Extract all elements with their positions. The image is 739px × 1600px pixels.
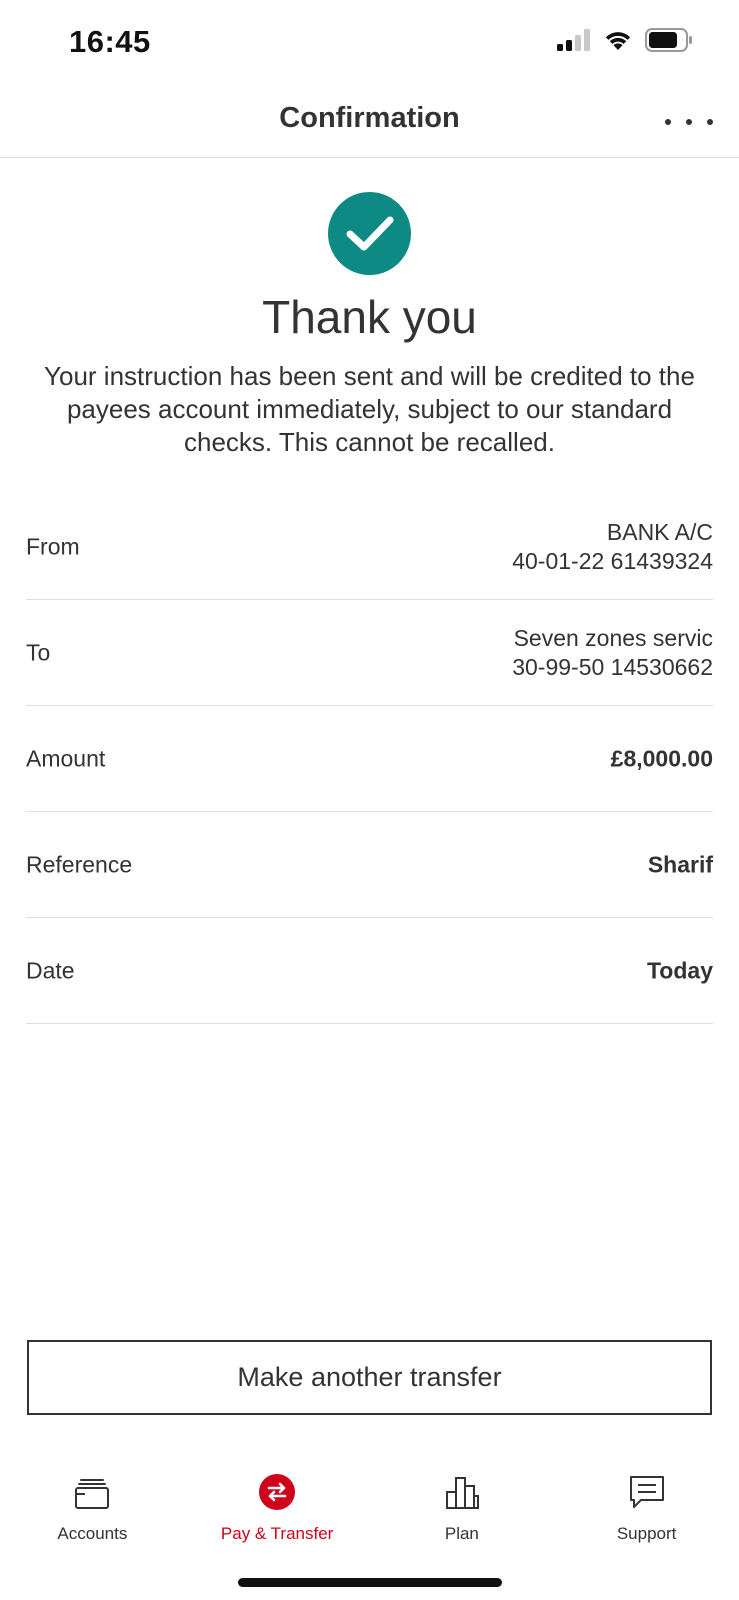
confirmation-title: Thank you [262, 291, 477, 343]
ellipsis-dot [707, 119, 713, 125]
tab-support-label: Support [616, 1524, 677, 1543]
tab-pay-transfer-label: Pay & Transfer [220, 1524, 334, 1543]
checkmark-circle-icon [328, 192, 411, 275]
confirmation-screen: 16:45 Confirmation Thank you Your instru… [0, 0, 739, 1600]
status-icons [557, 28, 693, 57]
reference-label: Reference [26, 851, 133, 877]
tab-plan[interactable]: Plan [370, 1455, 555, 1565]
from-value: BANK A/C 40-01-22 61439324 [512, 518, 713, 576]
status-bar: 16:45 [0, 0, 739, 84]
detail-row-to: To Seven zones servic 30-99-50 14530662 [26, 600, 713, 706]
bar-chart-icon [440, 1470, 484, 1514]
wallet-icon [70, 1470, 114, 1514]
detail-row-reference: Reference Sharif [26, 812, 713, 918]
chat-bubble-icon [625, 1470, 669, 1514]
status-time: 16:45 [69, 24, 151, 59]
battery-icon [645, 28, 693, 57]
from-label: From [26, 533, 80, 559]
make-another-transfer-button[interactable]: Make another transfer [27, 1340, 712, 1415]
date-value: Today [646, 957, 713, 983]
from-account-name: BANK A/C [606, 518, 713, 545]
confirmation-message: Your instruction has been sent and will … [44, 361, 695, 457]
to-value: Seven zones servic 30-99-50 14530662 [512, 624, 713, 682]
from-account-number: 40-01-22 61439324 [512, 547, 713, 574]
cellular-signal-icon [557, 29, 591, 56]
tab-accounts[interactable]: Accounts [0, 1455, 185, 1565]
page-title: Confirmation [279, 102, 460, 134]
detail-row-amount: Amount £8,000.00 [26, 706, 713, 812]
tab-plan-label: Plan [444, 1524, 479, 1543]
ellipsis-icon [665, 119, 671, 125]
amount-value: £8,000.00 [610, 745, 713, 771]
tab-accounts-label: Accounts [57, 1524, 128, 1543]
home-indicator [238, 1578, 502, 1587]
transfer-details: From BANK A/C 40-01-22 61439324 To Seven… [26, 494, 713, 1024]
amount-label: Amount [26, 745, 106, 771]
to-label: To [26, 639, 51, 665]
ellipsis-dot [686, 119, 692, 125]
detail-row-date: Date Today [26, 918, 713, 1024]
tab-pay-transfer[interactable]: Pay & Transfer [185, 1455, 370, 1565]
detail-row-from: From BANK A/C 40-01-22 61439324 [26, 494, 713, 600]
transfer-arrows-icon [255, 1470, 299, 1514]
reference-value: Sharif [647, 851, 713, 877]
to-payee-name: Seven zones servic [513, 624, 713, 651]
date-label: Date [26, 957, 75, 983]
to-account-number: 30-99-50 14530662 [512, 653, 713, 680]
tab-support[interactable]: Support [554, 1455, 739, 1565]
nav-header: Confirmation [0, 84, 739, 158]
bottom-tab-bar: Accounts Pay & Transfer Plan Support [0, 1455, 739, 1565]
wifi-icon [603, 29, 633, 56]
more-options-button[interactable] [665, 110, 713, 134]
